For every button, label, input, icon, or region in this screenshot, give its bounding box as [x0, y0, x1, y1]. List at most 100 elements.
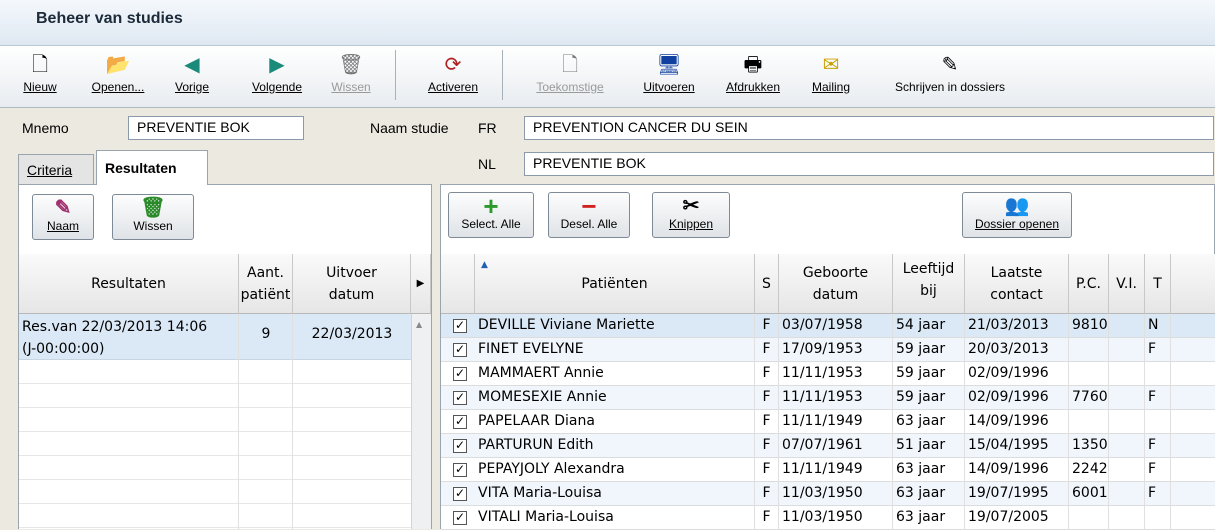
patient-checkbox[interactable]: ✓	[453, 391, 467, 405]
patient-checkbox[interactable]: ✓	[453, 463, 467, 477]
patient-postal-code	[1069, 362, 1109, 386]
patient-age: 51 jaar	[893, 434, 965, 458]
title-bar: Beheer van studies	[0, 0, 1215, 46]
patient-checkbox[interactable]: ✓	[453, 367, 467, 381]
column-header-laatste[interactable]: Laatste contact	[965, 254, 1069, 314]
patient-checkbox[interactable]: ✓	[453, 511, 467, 525]
patient-name: VITA Maria-Louisa	[475, 482, 755, 506]
next-button[interactable]: ▶ Volgende	[242, 50, 312, 102]
tab-criteria[interactable]: Criteria	[18, 154, 94, 184]
activate-label: Activeren	[427, 80, 479, 94]
column-header-patienten[interactable]: ▲ Patiënten	[475, 254, 755, 314]
scissors-icon: ✂	[682, 195, 700, 217]
column-header-check[interactable]	[441, 254, 475, 314]
new-label: Nieuw	[23, 80, 57, 94]
patient-last-contact: 14/09/1996	[965, 458, 1069, 482]
vertical-scrollbar[interactable]: ▲	[411, 314, 431, 529]
column-header-geboorte[interactable]: Geboorte datum	[779, 254, 893, 314]
patient-checkbox[interactable]: ✓	[453, 415, 467, 429]
printer-icon: 🖶	[743, 54, 763, 76]
select-all-label: Select. Alle	[461, 217, 521, 231]
arrow-left-icon: ◀	[184, 54, 200, 76]
patient-t	[1145, 506, 1171, 530]
delete-button[interactable]: 🗑 Wissen	[326, 50, 376, 102]
patient-row[interactable]: ✓ VITA Maria-Louisa F 11/03/1950 63 jaar 19/0…	[441, 482, 1215, 506]
patient-vi	[1109, 458, 1145, 482]
open-button[interactable]: 📂 Openen...	[84, 50, 152, 102]
scroll-right-icon[interactable]: ▶	[411, 254, 431, 314]
patient-birth-date: 07/07/1961	[779, 434, 893, 458]
patient-row[interactable]: ✓ VITALI Maria-Louisa F 11/03/1950 63 jaar 19…	[441, 506, 1215, 530]
mnemo-field[interactable]: PREVENTIE BOK	[128, 116, 304, 140]
plus-icon: +	[483, 191, 499, 221]
column-header-t[interactable]: T	[1145, 254, 1171, 314]
users-icon: 👥	[1004, 195, 1030, 217]
column-header-uitvoer[interactable]: Uitvoer datum	[293, 254, 411, 314]
column-header-s[interactable]: S	[755, 254, 779, 314]
trash-icon: 🗑	[140, 197, 166, 219]
column-header-leeftijd[interactable]: Leeftijd bij	[893, 254, 965, 314]
edit-document-icon: ✎	[941, 54, 959, 76]
patient-age: 54 jaar	[893, 314, 965, 338]
patient-row[interactable]: ✓ PAPELAAR Diana F 11/11/1949 63 jaar 14/09/1…	[441, 410, 1215, 434]
deselect-all-button[interactable]: − Desel. Alle	[548, 192, 630, 238]
column-header-pc[interactable]: P.C.	[1069, 254, 1109, 314]
patient-vi	[1109, 386, 1145, 410]
open-dossier-button[interactable]: 👥 Dossier openen	[962, 192, 1072, 238]
patient-row[interactable]: ✓ MOMESEXIE Annie F 11/11/1953 59 jaar 02/09/…	[441, 386, 1215, 410]
future-label: Toekomstige	[536, 80, 604, 94]
patient-row[interactable]: ✓ PEPAYJOLY Alexandra F 11/11/1949 63 jaar 14…	[441, 458, 1215, 482]
column-header-vi[interactable]: V.I.	[1109, 254, 1145, 314]
study-name-fr-field[interactable]: PREVENTION CANCER DU SEIN	[524, 116, 1214, 140]
patient-vi	[1109, 482, 1145, 506]
patient-postal-code: 9810	[1069, 314, 1109, 338]
future-button[interactable]: 🗋 Toekomstige	[524, 50, 616, 102]
study-name-nl-field[interactable]: PREVENTIE BOK	[524, 152, 1214, 176]
print-button[interactable]: 🖶 Afdrukken	[718, 50, 788, 102]
patient-vi	[1109, 410, 1145, 434]
patient-sex: F	[755, 410, 779, 434]
new-button[interactable]: 🗋 Nieuw	[22, 50, 58, 102]
patient-postal-code	[1069, 410, 1109, 434]
patient-row[interactable]: ✓ PARTURUN Edith F 07/07/1961 51 jaar 15/04/1…	[441, 434, 1215, 458]
activate-button[interactable]: ⟳ Activeren	[418, 50, 488, 102]
patient-last-contact: 20/03/2013	[965, 338, 1069, 362]
toolbar-separator	[502, 50, 503, 100]
deselect-all-label: Desel. Alle	[560, 217, 618, 231]
mailing-button[interactable]: ✉ Mailing	[804, 50, 858, 102]
column-header-aant[interactable]: Aant. patiënt	[239, 254, 293, 314]
toolbar-separator	[395, 50, 396, 100]
patient-checkbox[interactable]: ✓	[453, 319, 467, 333]
open-label: Openen...	[91, 80, 145, 94]
patient-name: PEPAYJOLY Alexandra	[475, 458, 755, 482]
column-header-resultaten[interactable]: Resultaten	[19, 254, 239, 314]
column-divider	[292, 314, 293, 529]
patient-row[interactable]: ✓ DEVILLE Viviane Mariette F 03/07/1958 54 j…	[441, 314, 1215, 338]
patient-checkbox[interactable]: ✓	[453, 439, 467, 453]
patient-name: PAPELAAR Diana	[475, 410, 755, 434]
pen-icon: ✎	[54, 197, 72, 219]
result-row[interactable]: Res.van 22/03/2013 14:06 (J-00:00:00) 9 …	[19, 314, 411, 360]
patient-checkbox[interactable]: ✓	[453, 343, 467, 357]
patient-postal-code	[1069, 506, 1109, 530]
patient-sex: F	[755, 482, 779, 506]
tab-resultaten[interactable]: Resultaten	[96, 150, 208, 185]
select-all-button[interactable]: + Select. Alle	[448, 192, 534, 238]
cut-button[interactable]: ✂ Knippen	[652, 192, 730, 238]
clear-button[interactable]: 🗑 Wissen	[112, 194, 194, 240]
name-button[interactable]: ✎ Naam	[32, 194, 94, 240]
patient-t: F	[1145, 482, 1171, 506]
patient-row[interactable]: ✓ FINET EVELYNE F 17/09/1953 59 jaar 20/03/20…	[441, 338, 1215, 362]
scroll-up-icon[interactable]: ▲	[416, 320, 422, 329]
patient-checkbox[interactable]: ✓	[453, 487, 467, 501]
patient-age: 63 jaar	[893, 410, 965, 434]
patient-t: F	[1145, 458, 1171, 482]
execute-button[interactable]: 🖥 Uitvoeren	[636, 50, 702, 102]
patient-row[interactable]: ✓ MAMMAERT Annie F 11/11/1953 59 jaar 02/09/1…	[441, 362, 1215, 386]
patient-birth-date: 03/07/1958	[779, 314, 893, 338]
patient-last-contact: 19/07/1995	[965, 482, 1069, 506]
mailbox-icon: ✉	[822, 54, 840, 76]
nl-label: NL	[478, 156, 496, 172]
write-dossiers-button[interactable]: ✎ Schrijven in dossiers	[876, 50, 1024, 102]
previous-button[interactable]: ◀ Vorige	[170, 50, 214, 102]
